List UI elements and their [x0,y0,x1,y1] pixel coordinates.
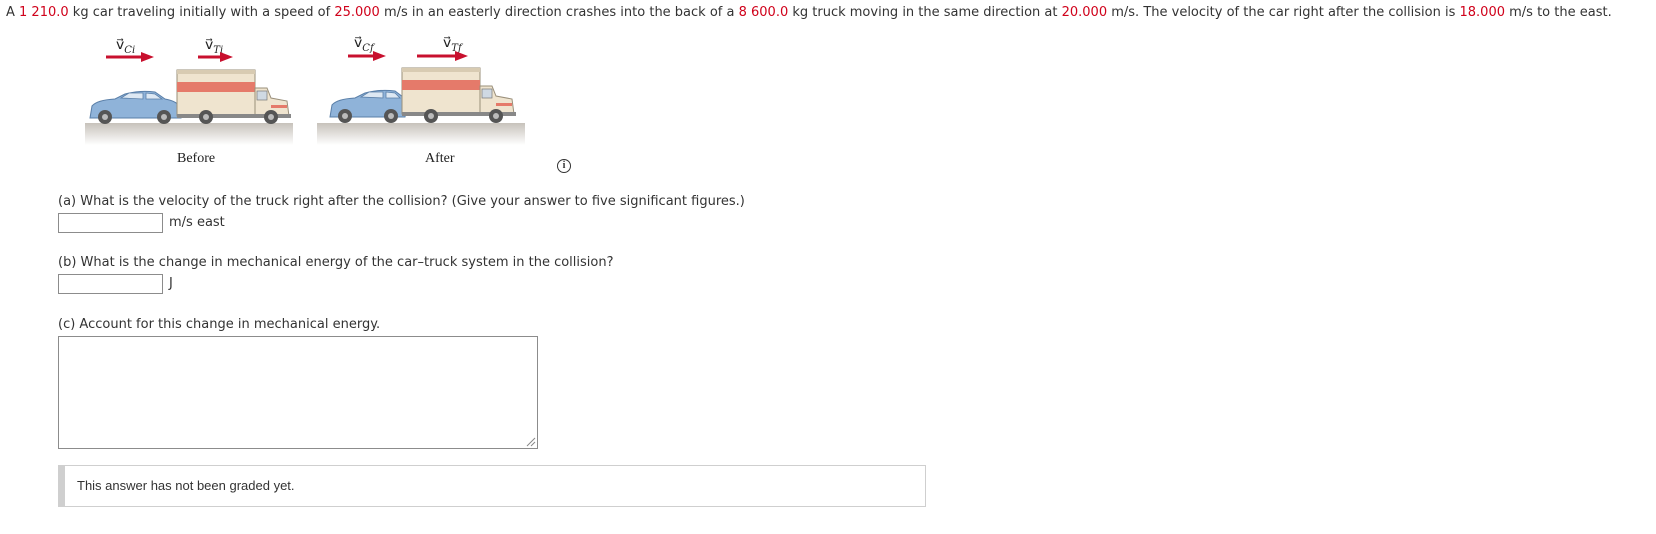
grading-status-text: This answer has not been graded yet. [77,478,295,493]
question-a-text: (a) What is the velocity of the truck ri… [58,194,745,209]
answer-a-input[interactable] [58,213,163,233]
problem-text-3: m/s in an easterly direction crashes int… [379,5,739,20]
problem-text-2: kg car traveling initially with a speed … [68,5,335,20]
car-mass-value: 1 210.0 [19,5,69,20]
truck-mass-value: 8 600.0 [738,5,789,20]
info-icon[interactable]: i [557,159,571,173]
car-final-speed-value: 18.000 [1459,5,1506,20]
question-c-text: (c) Account for this change in mechanica… [58,317,381,332]
answer-a-unit: m/s east [169,215,225,230]
grading-status-box: This answer has not been graded yet. [58,465,926,507]
arrow-car-initial [106,52,154,62]
car-after [329,89,409,123]
ground-before [85,123,293,145]
problem-text-1: A [6,5,20,20]
answer-c-textarea[interactable] [58,336,538,449]
resize-grip-icon[interactable] [526,437,536,447]
arrow-car-final [348,51,386,61]
problem-text-4: kg truck moving in the same direction at [788,5,1062,20]
car-speed-value: 25.000 [334,5,380,20]
ground-after [317,123,525,145]
arrow-truck-final [417,51,468,61]
problem-text-5: m/s. The velocity of the car right after… [1107,5,1460,20]
after-label: After [425,151,455,166]
answer-b-input[interactable] [58,274,163,294]
question-b-text: (b) What is the change in mechanical ene… [58,255,614,270]
car-before [89,90,182,124]
problem-statement: A 1 210.0 kg car traveling initially wit… [6,4,1651,22]
before-label: Before [177,151,216,166]
truck-before [176,69,291,124]
collision-figure: v⃗Ci v⃗Ti v⃗Cf v⃗Tf Before After [85,30,565,170]
answer-b-unit: J [169,276,173,291]
collision-illustration [85,51,525,145]
truck-after [401,67,516,123]
arrow-truck-initial [198,52,233,62]
problem-text-6: m/s to the east. [1505,5,1612,20]
truck-speed-value: 20.000 [1061,5,1108,20]
